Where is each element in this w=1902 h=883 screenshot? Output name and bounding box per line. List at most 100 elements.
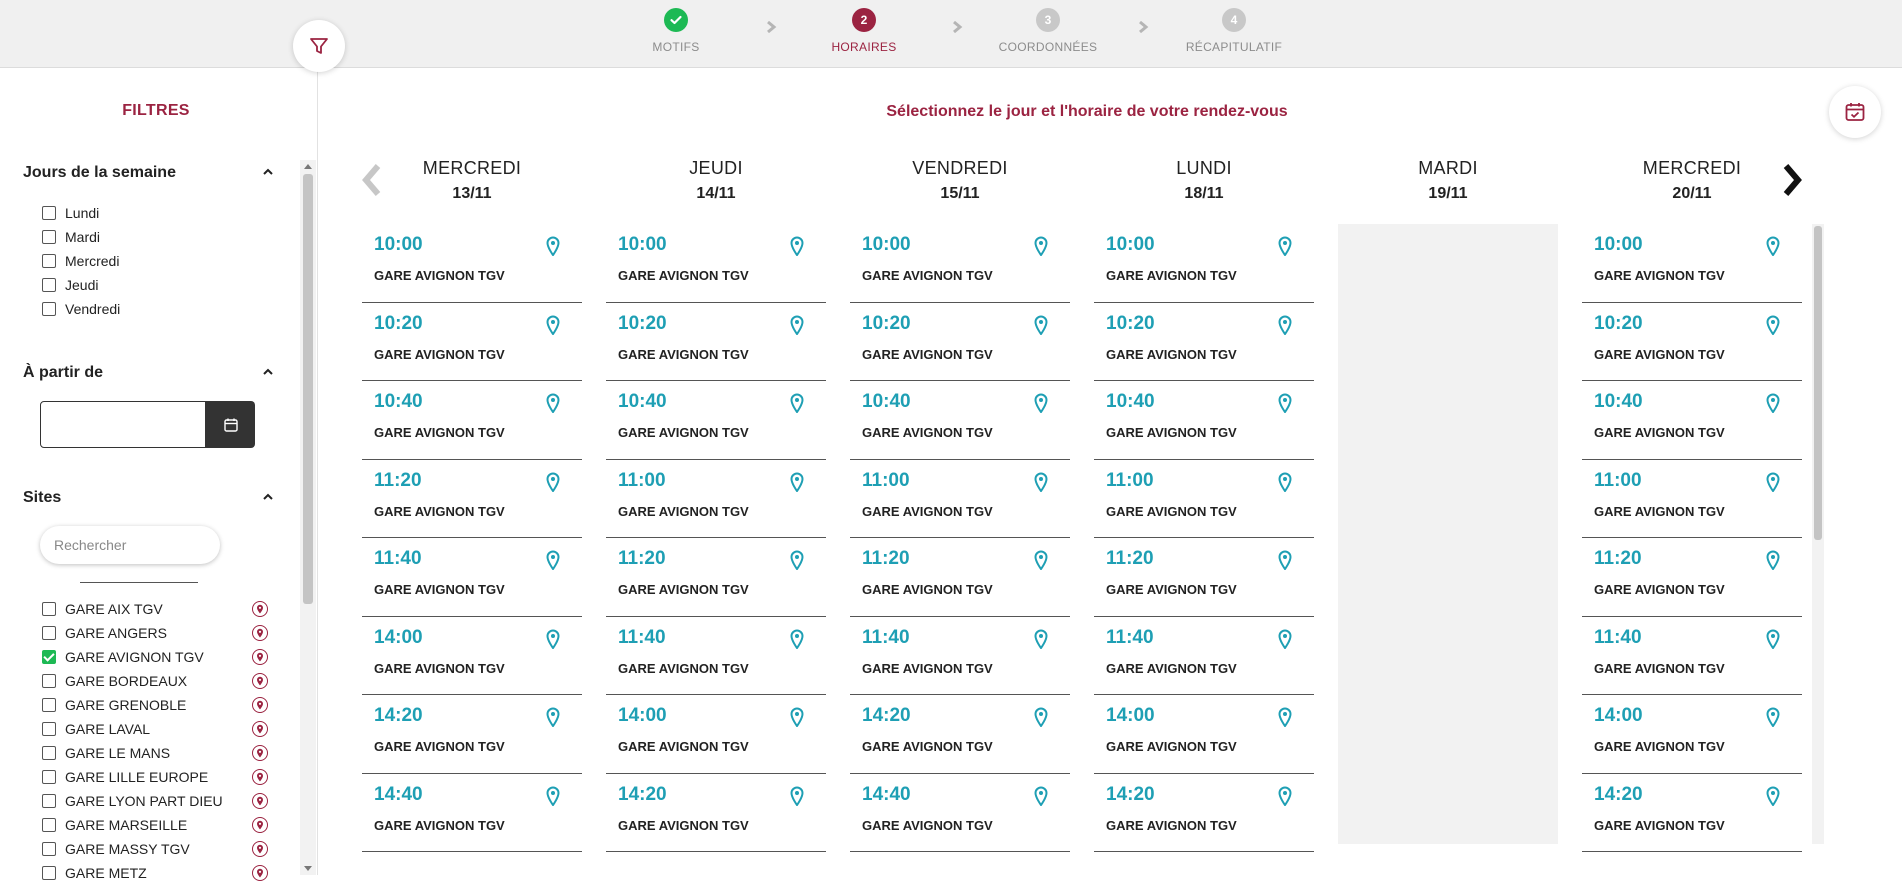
- map-pin-icon[interactable]: [1034, 393, 1048, 413]
- chevron-up-icon[interactable]: [262, 166, 274, 178]
- time-slot[interactable]: 14:00 GARE AVIGNON TGV: [362, 617, 582, 695]
- weekday-option[interactable]: Lundi: [42, 203, 99, 223]
- map-pin-icon[interactable]: [1278, 629, 1292, 649]
- time-slot[interactable]: 10:40 GARE AVIGNON TGV: [606, 381, 826, 460]
- site-option[interactable]: GARE MASSY TGV: [42, 839, 190, 859]
- time-slot[interactable]: 10:20 GARE AVIGNON TGV: [1582, 303, 1802, 381]
- site-option[interactable]: GARE AIX TGV: [42, 599, 163, 619]
- time-slot[interactable]: 10:40 GARE AVIGNON TGV: [850, 381, 1070, 460]
- time-slot[interactable]: 14:00 GARE AVIGNON TGV: [1094, 695, 1314, 774]
- map-pin-icon[interactable]: [546, 707, 560, 727]
- weekday-checkbox[interactable]: [42, 254, 56, 268]
- time-slot[interactable]: 10:00 GARE AVIGNON TGV: [606, 224, 826, 303]
- map-pin-circle-icon[interactable]: [252, 817, 268, 833]
- weekday-checkbox[interactable]: [42, 230, 56, 244]
- map-pin-icon[interactable]: [1766, 550, 1780, 570]
- map-pin-icon[interactable]: [790, 472, 804, 492]
- map-pin-circle-icon[interactable]: [252, 769, 268, 785]
- scroll-down-arrow[interactable]: [304, 866, 312, 871]
- map-pin-circle-icon[interactable]: [252, 649, 268, 665]
- step-recapitulatif[interactable]: 4 RÉCAPITULATIF: [1164, 8, 1304, 54]
- site-checkbox[interactable]: [42, 674, 56, 688]
- site-option[interactable]: GARE ANGERS: [42, 623, 167, 643]
- filter-toggle-button[interactable]: [293, 20, 345, 72]
- time-slot[interactable]: 10:20 GARE AVIGNON TGV: [1094, 303, 1314, 381]
- time-slot[interactable]: 11:20 GARE AVIGNON TGV: [850, 538, 1070, 617]
- weekday-option[interactable]: Jeudi: [42, 275, 98, 295]
- map-pin-circle-icon[interactable]: [252, 625, 268, 641]
- site-option[interactable]: GARE AVIGNON TGV: [42, 647, 204, 667]
- site-option[interactable]: GARE LYON PART DIEU: [42, 791, 223, 811]
- chevron-up-icon[interactable]: [262, 491, 274, 503]
- map-pin-circle-icon[interactable]: [252, 601, 268, 617]
- map-pin-icon[interactable]: [790, 315, 804, 335]
- map-pin-circle-icon[interactable]: [252, 745, 268, 761]
- date-picker-button[interactable]: [206, 401, 255, 448]
- weekday-checkbox[interactable]: [42, 302, 56, 316]
- map-pin-icon[interactable]: [790, 707, 804, 727]
- map-pin-icon[interactable]: [1278, 472, 1292, 492]
- map-pin-icon[interactable]: [1278, 393, 1292, 413]
- site-checkbox[interactable]: [42, 746, 56, 760]
- weekday-option[interactable]: Vendredi: [42, 299, 120, 319]
- time-slot[interactable]: 11:00 GARE AVIGNON TGV: [1094, 460, 1314, 538]
- site-option[interactable]: GARE METZ: [42, 863, 147, 883]
- weekday-checkbox[interactable]: [42, 206, 56, 220]
- site-option[interactable]: GARE LILLE EUROPE: [42, 767, 208, 787]
- map-pin-icon[interactable]: [1766, 786, 1780, 806]
- map-pin-icon[interactable]: [546, 629, 560, 649]
- map-pin-circle-icon[interactable]: [252, 721, 268, 737]
- map-pin-icon[interactable]: [1034, 629, 1048, 649]
- time-slot[interactable]: 11:40 GARE AVIGNON TGV: [850, 617, 1070, 695]
- time-slot[interactable]: 10:00 GARE AVIGNON TGV: [1094, 224, 1314, 303]
- step-motifs[interactable]: MOTIFS: [606, 8, 746, 54]
- map-pin-icon[interactable]: [1278, 315, 1292, 335]
- map-pin-icon[interactable]: [1034, 550, 1048, 570]
- time-slot[interactable]: 11:00 GARE AVIGNON TGV: [1582, 460, 1802, 538]
- time-slot[interactable]: 11:40 GARE AVIGNON TGV: [362, 538, 582, 617]
- time-slot[interactable]: 11:40 GARE AVIGNON TGV: [1094, 617, 1314, 695]
- site-checkbox[interactable]: [42, 602, 56, 616]
- map-pin-icon[interactable]: [1034, 236, 1048, 256]
- time-slot[interactable]: 10:20 GARE AVIGNON TGV: [850, 303, 1070, 381]
- time-slot[interactable]: 11:00 GARE AVIGNON TGV: [606, 460, 826, 538]
- map-pin-icon[interactable]: [1766, 393, 1780, 413]
- time-slot[interactable]: 10:40 GARE AVIGNON TGV: [362, 381, 582, 460]
- time-slot[interactable]: 14:20 GARE AVIGNON TGV: [1582, 774, 1802, 852]
- time-slot[interactable]: 10:00 GARE AVIGNON TGV: [362, 224, 582, 303]
- map-pin-icon[interactable]: [546, 393, 560, 413]
- time-slot[interactable]: 11:20 GARE AVIGNON TGV: [606, 538, 826, 617]
- time-slot[interactable]: 10:40 GARE AVIGNON TGV: [1582, 381, 1802, 460]
- sidebar-scrollbar[interactable]: [300, 160, 316, 875]
- map-pin-icon[interactable]: [790, 236, 804, 256]
- map-pin-icon[interactable]: [790, 786, 804, 806]
- map-pin-icon[interactable]: [1278, 707, 1292, 727]
- map-pin-icon[interactable]: [546, 786, 560, 806]
- scroll-up-arrow[interactable]: [304, 164, 312, 169]
- step-horaires[interactable]: 2 HORAIRES: [794, 8, 934, 54]
- time-slot[interactable]: 10:20 GARE AVIGNON TGV: [606, 303, 826, 381]
- scrollbar-thumb[interactable]: [1814, 226, 1822, 540]
- weekday-checkbox[interactable]: [42, 278, 56, 292]
- site-checkbox[interactable]: [42, 866, 56, 880]
- time-slot[interactable]: 14:40 GARE AVIGNON TGV: [362, 774, 582, 852]
- time-slot[interactable]: 14:20 GARE AVIGNON TGV: [850, 695, 1070, 774]
- from-date-input[interactable]: [40, 401, 206, 448]
- time-slot[interactable]: 11:40 GARE AVIGNON TGV: [606, 617, 826, 695]
- map-pin-icon[interactable]: [1278, 550, 1292, 570]
- scrollbar-thumb[interactable]: [303, 174, 313, 604]
- site-checkbox[interactable]: [42, 650, 56, 664]
- map-pin-icon[interactable]: [546, 236, 560, 256]
- time-slot[interactable]: 14:00 GARE AVIGNON TGV: [1582, 695, 1802, 774]
- site-option[interactable]: GARE MARSEILLE: [42, 815, 187, 835]
- weekday-option[interactable]: Mercredi: [42, 251, 119, 271]
- map-pin-circle-icon[interactable]: [252, 673, 268, 689]
- map-pin-icon[interactable]: [1766, 707, 1780, 727]
- map-pin-icon[interactable]: [1766, 236, 1780, 256]
- time-slot[interactable]: 11:40 GARE AVIGNON TGV: [1582, 617, 1802, 695]
- time-slot[interactable]: 10:40 GARE AVIGNON TGV: [1094, 381, 1314, 460]
- time-slot[interactable]: 14:20 GARE AVIGNON TGV: [362, 695, 582, 774]
- map-pin-icon[interactable]: [1034, 315, 1048, 335]
- site-checkbox[interactable]: [42, 770, 56, 784]
- time-slot[interactable]: 11:00 GARE AVIGNON TGV: [850, 460, 1070, 538]
